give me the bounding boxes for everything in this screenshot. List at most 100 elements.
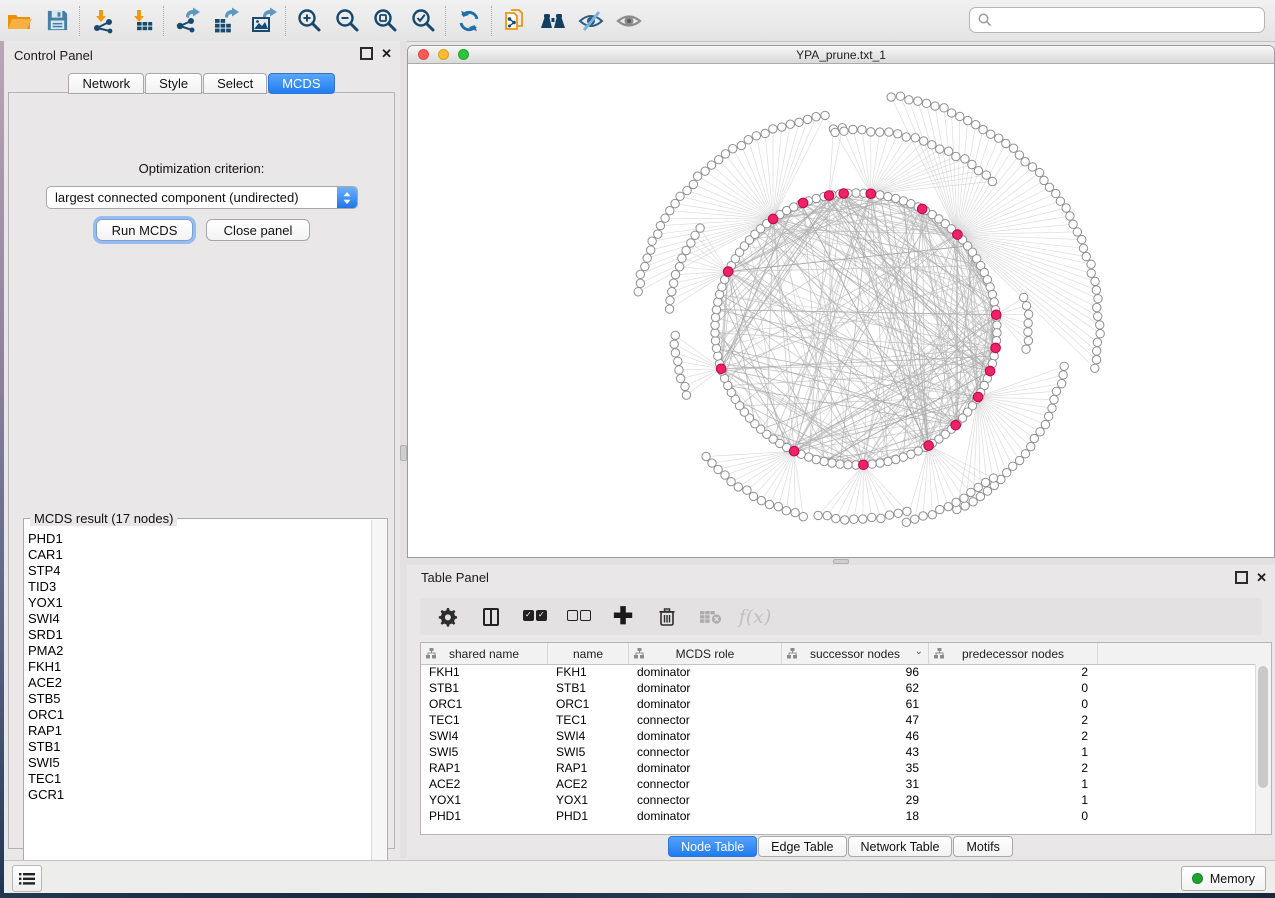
zoom-fit-button[interactable] [366, 4, 404, 38]
tab-mcds[interactable]: MCDS [268, 73, 334, 94]
tab-edge-table[interactable]: Edge Table [758, 836, 846, 857]
table-row[interactable]: STB1STB1dominator620 [421, 680, 1256, 696]
table-cell: RAP1 [421, 761, 548, 775]
column-type-icon [934, 648, 945, 659]
clone-network-button[interactable] [496, 4, 534, 38]
import-network-icon [90, 8, 116, 34]
close-panel-icon[interactable]: ✕ [1256, 572, 1267, 583]
mcds-result-list[interactable]: PHD1CAR1STP4TID3YOX1SWI4SRD1PMA2FKH1ACE2… [28, 531, 369, 885]
application-window: Control Panel ✕ NetworkStyleSelectMCDS O… [0, 0, 1275, 898]
mcds-result-item[interactable]: STB1 [28, 739, 369, 755]
mcds-result-item[interactable]: CAR1 [28, 547, 369, 563]
column-header-label: name [573, 647, 603, 661]
import-table-button[interactable] [122, 4, 160, 38]
close-panel-button[interactable]: Close panel [206, 219, 310, 241]
control-panel-title: Control Panel [14, 48, 93, 63]
mcds-result-item[interactable]: TEC1 [28, 771, 369, 787]
export-image-button[interactable] [244, 4, 282, 38]
splitter-grip[interactable] [833, 559, 849, 564]
mcds-result-item[interactable]: SWI4 [28, 611, 369, 627]
zoom-selected-button[interactable] [404, 4, 442, 38]
table-header-row: shared name name MCDS rolesuccessor nodes⌄… [421, 643, 1271, 665]
table-row[interactable]: RAP1RAP1dominator352 [421, 760, 1256, 776]
table-row[interactable]: ORC1ORC1dominator610 [421, 696, 1256, 712]
float-panel-icon[interactable] [1235, 571, 1248, 584]
zoom-in-button[interactable] [290, 4, 328, 38]
mcds-result-item[interactable]: PMA2 [28, 643, 369, 659]
table-panel-title: Table Panel [421, 565, 489, 591]
table-row[interactable]: SWI4SWI4dominator462 [421, 728, 1256, 744]
plus-icon: ✚ [613, 607, 633, 627]
table-panel-tabs: Node TableEdge TableNetwork TableMotifs [407, 836, 1275, 857]
column-header-shared-name[interactable]: shared name [421, 643, 548, 664]
vertical-splitter[interactable] [400, 41, 407, 858]
table-row[interactable]: YOX1YOX1connector291 [421, 792, 1256, 808]
select-all-icon [522, 608, 548, 626]
mcds-result-item[interactable]: STP4 [28, 563, 369, 579]
tab-style[interactable]: Style [145, 73, 202, 94]
status-bar: Memory [4, 860, 1275, 893]
scrollbar-thumb[interactable] [1258, 666, 1268, 788]
column-header-successor-nodes[interactable]: successor nodes⌄ [782, 643, 929, 664]
search-input[interactable] [998, 12, 1256, 29]
mcds-result-item[interactable]: FKH1 [28, 659, 369, 675]
mcds-list-scrollbar[interactable] [371, 520, 386, 888]
create-column-button[interactable]: ✚ [608, 602, 638, 632]
zoom-out-button[interactable] [328, 4, 366, 38]
export-table-button[interactable] [206, 4, 244, 38]
mcds-result-item[interactable]: ORC1 [28, 707, 369, 723]
table-cell: ACE2 [421, 777, 548, 791]
tab-motifs[interactable]: Motifs [953, 836, 1012, 857]
tab-select[interactable]: Select [203, 73, 267, 94]
mcds-result-item[interactable]: SRD1 [28, 627, 369, 643]
table-row[interactable]: FKH1FKH1dominator962 [421, 664, 1256, 680]
mcds-result-item[interactable]: GCR1 [28, 787, 369, 803]
mcds-result-item[interactable]: STB5 [28, 691, 369, 707]
memory-button[interactable]: Memory [1181, 866, 1266, 891]
table-scrollbar[interactable] [1255, 664, 1271, 834]
close-panel-icon[interactable]: ✕ [381, 48, 392, 59]
table-row[interactable]: ACE2ACE2connector311 [421, 776, 1256, 792]
table-row[interactable]: PHD1PHD1dominator180 [421, 808, 1256, 824]
mcds-result-item[interactable]: ACE2 [28, 675, 369, 691]
network-window-titlebar[interactable]: YPA_prune.txt_1 [408, 46, 1274, 64]
column-type-icon [426, 648, 437, 659]
deselect-all-rows-button[interactable] [564, 602, 594, 632]
table-settings-button[interactable] [432, 602, 462, 632]
refresh-view-button[interactable] [450, 4, 488, 38]
show-graphics-details-button[interactable] [610, 4, 648, 38]
column-header-predecessor-nodes[interactable]: predecessor nodes [929, 643, 1098, 664]
search-icon [978, 13, 992, 27]
save-session-button[interactable] [38, 4, 76, 38]
mcds-result-item[interactable]: YOX1 [28, 595, 369, 611]
criterion-dropdown[interactable]: largest connected component (undirected) [46, 186, 358, 209]
tab-network[interactable]: Network [68, 73, 144, 94]
network-canvas[interactable] [408, 63, 1274, 557]
tab-node-table[interactable]: Node Table [668, 836, 757, 857]
task-history-button[interactable] [12, 865, 42, 892]
table-row[interactable]: SWI5SWI5connector431 [421, 744, 1256, 760]
delete-column-button[interactable] [652, 602, 682, 632]
import-network-button[interactable] [84, 4, 122, 38]
splitter-grip[interactable] [400, 445, 407, 461]
select-all-rows-button[interactable] [520, 602, 550, 632]
mcds-result-item[interactable]: SWI5 [28, 755, 369, 771]
table-cell: 2 [929, 713, 1098, 727]
hide-graphics-details-button[interactable] [572, 4, 610, 38]
show-column-panel-button[interactable] [476, 602, 506, 632]
tab-network-table[interactable]: Network Table [848, 836, 953, 857]
mcds-result-item[interactable]: TID3 [28, 579, 369, 595]
mcds-result-item[interactable]: PHD1 [28, 531, 369, 547]
float-panel-icon[interactable] [360, 47, 373, 60]
column-header-name[interactable]: name [548, 643, 629, 664]
table-row[interactable]: TEC1TEC1connector472 [421, 712, 1256, 728]
export-network-button[interactable] [168, 4, 206, 38]
run-mcds-button[interactable]: Run MCDS [96, 219, 193, 241]
table-cell: ACE2 [548, 777, 629, 791]
column-header-MCDS-role[interactable]: MCDS role [629, 643, 782, 664]
open-session-button[interactable] [0, 4, 38, 38]
search-binoculars-button[interactable] [534, 4, 572, 38]
mcds-result-item[interactable]: RAP1 [28, 723, 369, 739]
horizontal-splitter[interactable] [407, 558, 1275, 565]
table-cell: 2 [929, 761, 1098, 775]
